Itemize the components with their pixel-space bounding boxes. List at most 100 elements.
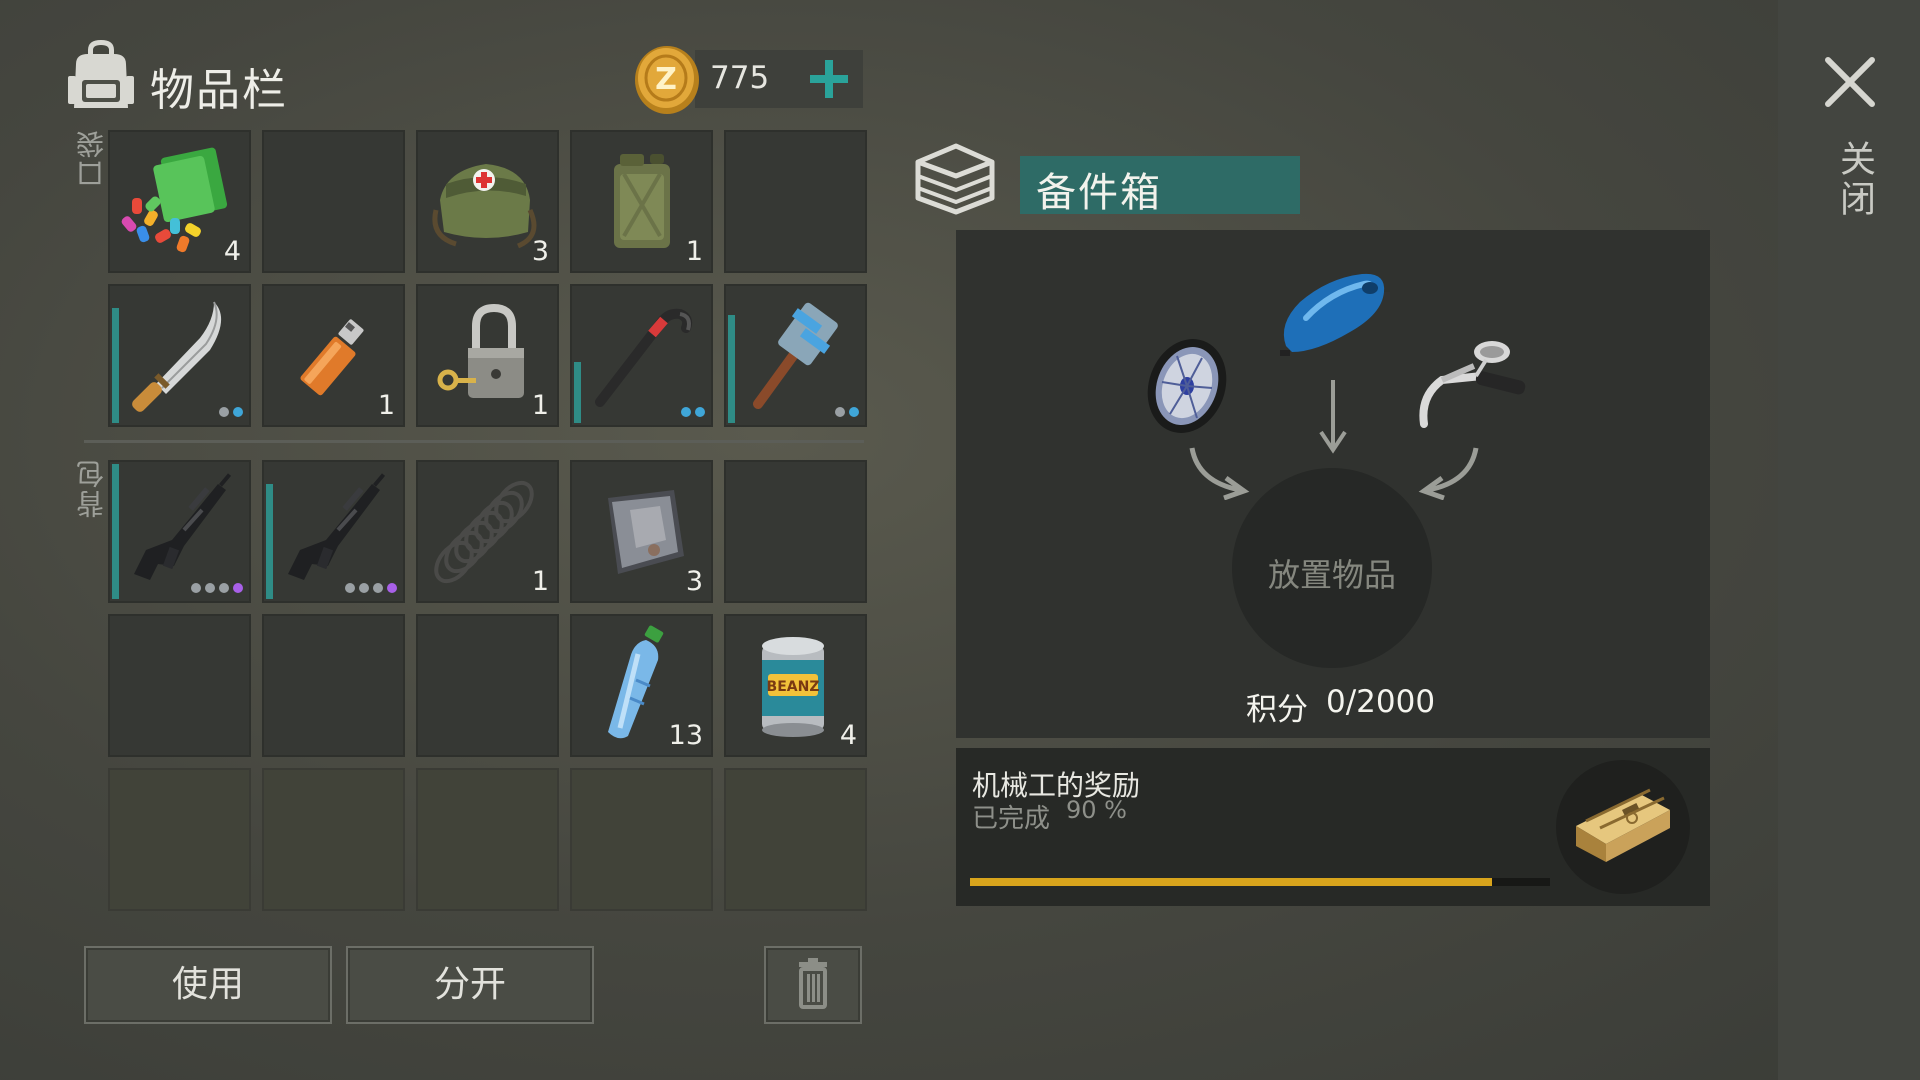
section-divider bbox=[84, 440, 864, 443]
trash-button[interactable] bbox=[764, 946, 862, 1024]
backpack-icon bbox=[68, 40, 134, 108]
durability-bar bbox=[112, 308, 119, 423]
upgrade-dot bbox=[387, 583, 397, 593]
reward-progress-fill bbox=[970, 878, 1492, 886]
jerry-can-icon bbox=[580, 140, 703, 263]
item-count: 1 bbox=[377, 390, 395, 421]
pocket-slot-1[interactable]: 4 bbox=[108, 130, 251, 273]
backpack-slot-6[interactable] bbox=[108, 614, 251, 757]
backpack-label: 背包 bbox=[75, 458, 108, 518]
arrow-left-icon bbox=[1189, 447, 1250, 500]
item-count: 13 bbox=[668, 720, 703, 751]
durability-bar bbox=[728, 315, 735, 423]
upgrade-dots bbox=[835, 407, 859, 417]
machete-icon bbox=[118, 294, 241, 417]
pocket-slot-8[interactable]: 1 bbox=[416, 284, 559, 427]
backpack-slot-10[interactable]: 4 bbox=[724, 614, 867, 757]
upgrade-dot bbox=[219, 407, 229, 417]
upgrade-dot bbox=[373, 583, 383, 593]
upgrade-dot bbox=[849, 407, 859, 417]
handlebar-icon bbox=[1419, 341, 1526, 428]
pocket-slot-6[interactable] bbox=[108, 284, 251, 427]
pocket-slot-4[interactable]: 1 bbox=[570, 130, 713, 273]
use-button[interactable]: 使用 bbox=[84, 946, 332, 1024]
backpack-slot-3[interactable]: 1 bbox=[416, 460, 559, 603]
first-aid-bag-icon bbox=[426, 140, 549, 263]
item-count: 1 bbox=[685, 236, 703, 267]
upgrade-dot bbox=[345, 583, 355, 593]
item-count: 4 bbox=[839, 720, 857, 751]
upgrade-dot bbox=[205, 583, 215, 593]
backpack-slot-4[interactable]: 3 bbox=[570, 460, 713, 603]
split-button[interactable]: 分开 bbox=[346, 946, 594, 1024]
inventory-title: 物品栏 bbox=[150, 65, 288, 116]
upgrade-dot bbox=[191, 583, 201, 593]
fuel-tank-icon bbox=[1280, 273, 1390, 356]
item-count: 3 bbox=[531, 236, 549, 267]
coin-icon: Z bbox=[635, 46, 699, 114]
pocket-slot-2[interactable] bbox=[262, 130, 405, 273]
upgrade-dots bbox=[345, 583, 397, 593]
locked-slot bbox=[262, 768, 405, 911]
upgrade-dots bbox=[191, 583, 243, 593]
upgrade-dot bbox=[233, 583, 243, 593]
upgrade-dot bbox=[835, 407, 845, 417]
metal-plate-icon bbox=[580, 470, 703, 593]
close-label[interactable]: 关闭 bbox=[1828, 140, 1880, 220]
assault-rifle-icon bbox=[118, 470, 241, 593]
backpack-slot-8[interactable] bbox=[416, 614, 559, 757]
arrow-right-icon bbox=[1418, 447, 1479, 500]
locked-slot bbox=[570, 768, 713, 911]
pocket-slot-10[interactable] bbox=[724, 284, 867, 427]
pocket-slot-9[interactable] bbox=[570, 284, 713, 427]
item-count: 1 bbox=[531, 390, 549, 421]
item-count: 1 bbox=[531, 566, 549, 597]
reward-percent: 90 % bbox=[1066, 796, 1127, 824]
canned-beans-icon bbox=[734, 624, 857, 747]
backpack-slot-2[interactable] bbox=[262, 460, 405, 603]
coin-amount: 775 bbox=[710, 60, 770, 96]
assault-rifle-icon bbox=[272, 470, 395, 593]
lighter-icon bbox=[272, 294, 395, 417]
locked-slot bbox=[108, 768, 251, 911]
durability-bar bbox=[574, 362, 581, 423]
item-count: 3 bbox=[685, 566, 703, 597]
upgrade-dot bbox=[219, 583, 229, 593]
locked-slot bbox=[416, 768, 559, 911]
score-label: 积分 bbox=[1246, 692, 1308, 728]
upgrade-dot bbox=[359, 583, 369, 593]
pocket-slot-5[interactable] bbox=[724, 130, 867, 273]
pocket-slot-3[interactable]: 3 bbox=[416, 130, 559, 273]
backpack-slot-1[interactable] bbox=[108, 460, 251, 603]
durability-bar bbox=[112, 464, 119, 599]
upgrade-dot bbox=[233, 407, 243, 417]
upgrade-dots bbox=[681, 407, 705, 417]
trash-icon bbox=[799, 958, 827, 1009]
score-value: 0/2000 bbox=[1326, 684, 1436, 720]
backpack-slot-7[interactable] bbox=[262, 614, 405, 757]
backpack-slot-9[interactable]: 13 bbox=[570, 614, 713, 757]
wheel-icon bbox=[1147, 339, 1227, 433]
reward-status: 已完成 bbox=[972, 804, 1051, 834]
close-icon[interactable] bbox=[1822, 54, 1878, 110]
parts-box-title: 备件箱 bbox=[1036, 170, 1162, 216]
sledgehammer-icon bbox=[734, 294, 857, 417]
upgrade-dot bbox=[681, 407, 691, 417]
upgrade-dot bbox=[695, 407, 705, 417]
arrow-down-icon bbox=[1319, 380, 1347, 454]
add-coins-button[interactable] bbox=[800, 50, 858, 108]
paint-and-pills-icon bbox=[118, 140, 241, 263]
spring-icon bbox=[426, 470, 549, 593]
locked-slot bbox=[724, 768, 867, 911]
pocket-slot-7[interactable]: 1 bbox=[262, 284, 405, 427]
parts-box-icon bbox=[915, 143, 995, 215]
upgrade-dots bbox=[219, 407, 243, 417]
drop-zone-label: 放置物品 bbox=[1267, 556, 1396, 594]
durability-bar bbox=[266, 484, 273, 599]
crowbar-icon bbox=[580, 294, 703, 417]
padlock-icon bbox=[426, 294, 549, 417]
pockets-label: 口袋 bbox=[75, 128, 108, 188]
svg-text:Z: Z bbox=[655, 62, 677, 97]
backpack-slot-5[interactable] bbox=[724, 460, 867, 603]
item-count: 4 bbox=[223, 236, 241, 267]
